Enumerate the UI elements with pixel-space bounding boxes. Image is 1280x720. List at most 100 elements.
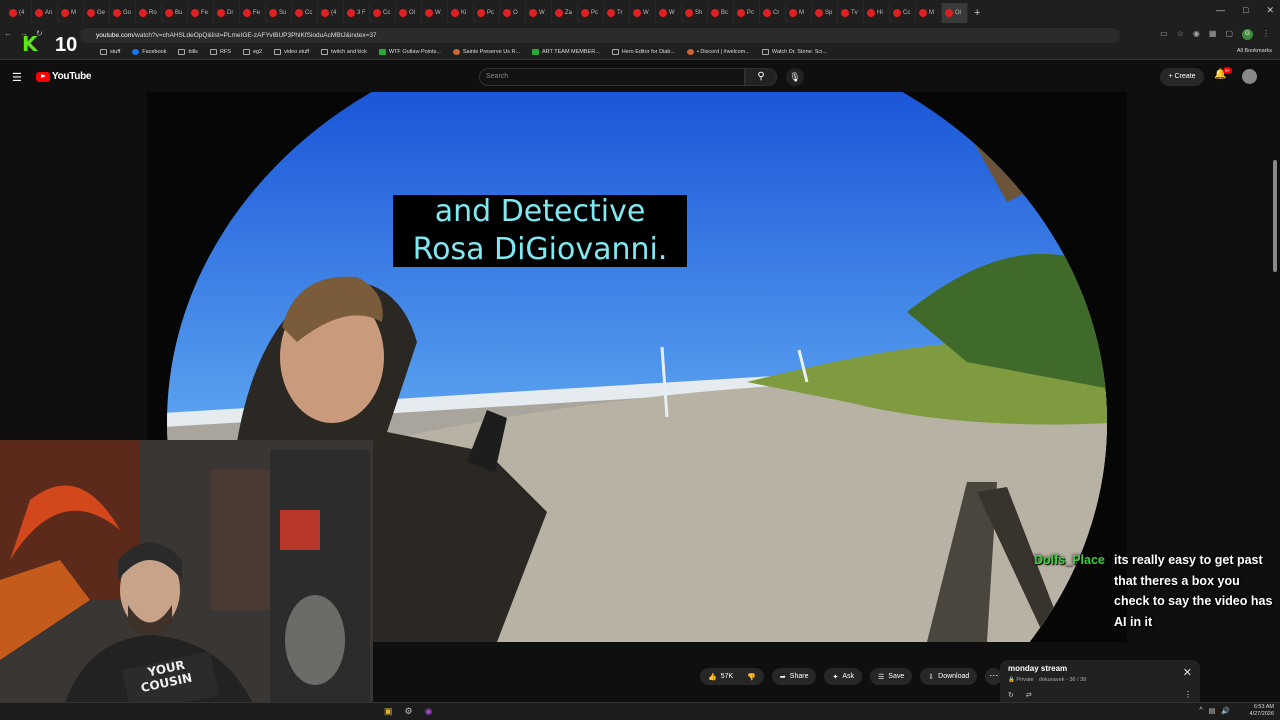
microphone-icon[interactable]: 🎙 <box>786 68 804 86</box>
settings-gear-icon[interactable]: ⚙ <box>405 706 413 717</box>
app-icon-yellow[interactable]: ▣ <box>384 706 393 717</box>
like-button[interactable]: 👍 57K 👎 <box>700 668 764 685</box>
browser-tab[interactable]: Bu <box>162 3 188 23</box>
download-button[interactable]: ⇩ Download <box>920 668 978 685</box>
url-bar[interactable]: youtube.com/watch?v=chAHSLdeOpQ&list=PLm… <box>80 28 1120 43</box>
browser-tab[interactable]: Za <box>552 3 578 23</box>
close-icon[interactable]: ✕ <box>1183 666 1192 679</box>
search-input[interactable]: Search <box>479 68 745 86</box>
extension-icon[interactable]: ◉ <box>1193 29 1200 40</box>
minimize-icon[interactable]: — <box>1216 5 1225 16</box>
bookmark-item[interactable]: Facebook <box>132 49 166 55</box>
browser-tab[interactable]: Sh <box>682 3 708 23</box>
maximize-icon[interactable]: □ <box>1243 5 1248 16</box>
browser-tab[interactable]: Pc <box>734 3 760 23</box>
bookmark-item[interactable]: bills <box>178 49 198 55</box>
shuffle-icon[interactable]: ⇄ <box>1026 691 1032 699</box>
hamburger-menu-icon[interactable]: ☰ <box>12 71 22 84</box>
browser-tab[interactable]: O <box>500 3 526 23</box>
browser-tab[interactable]: Tr <box>604 3 630 23</box>
browser-tab[interactable]: Bc <box>708 3 734 23</box>
browser-tab[interactable]: Cc <box>292 3 318 23</box>
browser-tab[interactable]: An <box>32 3 58 23</box>
browser-tab[interactable]: W <box>656 3 682 23</box>
browser-tab[interactable]: 3 F <box>344 3 370 23</box>
browser-tab[interactable]: Dr <box>214 3 240 23</box>
back-icon[interactable]: ← <box>4 29 12 38</box>
account-avatar[interactable] <box>1242 69 1257 84</box>
browser-tab[interactable]: Ge <box>84 3 110 23</box>
browser-tab[interactable]: Fe <box>240 3 266 23</box>
bookmark-item[interactable]: Hero Editor for Diab... <box>611 49 675 55</box>
browser-tab[interactable]: Ol <box>942 3 968 23</box>
bookmark-folder-icon <box>611 49 619 55</box>
bookmark-star-icon[interactable]: ☆ <box>1177 29 1184 40</box>
volume-icon[interactable]: 🔊 <box>1221 707 1230 715</box>
browser-tab[interactable]: Pc <box>474 3 500 23</box>
network-icon[interactable]: ▤ <box>1209 707 1216 715</box>
sidebar-icon[interactable]: ▢ <box>1225 29 1233 40</box>
browser-tab[interactable]: M <box>786 3 812 23</box>
share-icon: ➦ <box>779 673 786 681</box>
browser-tab[interactable]: (4 <box>6 3 32 23</box>
browser-tab[interactable]: W <box>630 3 656 23</box>
browser-tab[interactable]: M <box>58 3 84 23</box>
youtube-favicon-icon <box>945 9 953 17</box>
browser-tab[interactable]: W <box>526 3 552 23</box>
bookmark-item[interactable]: Saints Preserve Us R... <box>452 49 520 55</box>
browser-tab[interactable]: Cc <box>370 3 396 23</box>
system-clock[interactable]: 6:53 AM 4/27/2026 <box>1250 704 1274 718</box>
bookmark-item[interactable]: twitch and kick <box>321 49 367 55</box>
browser-tab[interactable]: Go <box>110 3 136 23</box>
all-bookmarks[interactable]: All Bookmarks <box>1237 48 1272 54</box>
browser-tab[interactable]: Cc <box>890 3 916 23</box>
create-button[interactable]: + Create <box>1160 68 1204 86</box>
browser-tab[interactable]: W <box>422 3 448 23</box>
browser-tab[interactable]: Sp <box>812 3 838 23</box>
playlist-more-icon[interactable]: ⋮ <box>1184 690 1192 699</box>
profile-avatar[interactable]: G <box>1242 29 1253 40</box>
scrollbar-thumb[interactable] <box>1273 160 1277 272</box>
search-icon[interactable]: ⚲ <box>745 68 777 86</box>
browser-tab[interactable]: Ro <box>136 3 162 23</box>
ask-button[interactable]: ✦ Ask <box>824 668 863 685</box>
bookmark-item[interactable]: • Discord | #welcom... <box>686 49 750 55</box>
tab-title: W <box>435 10 441 16</box>
bookmark-item[interactable]: Watch Dr. Stone: Sci... <box>761 49 827 55</box>
playlist-title[interactable]: monday stream <box>1008 664 1192 673</box>
browser-tab[interactable]: (4 <box>318 3 344 23</box>
tab-title: (4 <box>19 10 25 16</box>
page-scrollbar[interactable] <box>1272 92 1278 702</box>
browser-tab[interactable]: Pc <box>578 3 604 23</box>
browser-tab[interactable]: Ol <box>396 3 422 23</box>
playlist-controls: ↻ ⇄ <box>1008 691 1032 699</box>
menu-dots-icon[interactable]: ⋮ <box>1262 29 1270 40</box>
new-tab-icon[interactable]: + <box>974 7 980 19</box>
extensions-puzzle-icon[interactable]: ▦ <box>1209 29 1217 40</box>
youtube-favicon-icon <box>269 9 277 17</box>
close-window-icon[interactable]: ✕ <box>1266 5 1274 16</box>
browser-tab[interactable]: Fe <box>188 3 214 23</box>
youtube-logo[interactable]: YouTube <box>36 71 92 82</box>
thumbs-down-icon[interactable]: 👎 <box>747 673 756 681</box>
browser-tab[interactable]: Cr <box>760 3 786 23</box>
bookmark-item[interactable]: ART TEAM MEMBER... <box>532 49 600 55</box>
install-icon[interactable]: ▭ <box>1160 29 1168 40</box>
playlist-subtitle: 🔒 Private dekaravek - 36 / 38 <box>1008 677 1087 683</box>
browser-tab[interactable]: Ki <box>448 3 474 23</box>
bookmark-item[interactable]: eg2 <box>242 49 262 55</box>
browser-tab[interactable]: Su <box>266 3 292 23</box>
bookmark-item[interactable]: RFS <box>209 49 231 55</box>
loop-icon[interactable]: ↻ <box>1008 691 1014 699</box>
browser-tab[interactable]: Tv <box>838 3 864 23</box>
share-button[interactable]: ➦ Share <box>771 668 817 685</box>
app-icon-purple[interactable]: ◉ <box>425 706 433 717</box>
browser-tab[interactable]: M <box>916 3 942 23</box>
tray-chevron-icon[interactable]: ^ <box>1199 707 1202 715</box>
save-button[interactable]: ☰ Save <box>870 668 913 685</box>
bookmark-item[interactable]: stuff <box>100 49 120 55</box>
browser-tab[interactable]: Hi <box>864 3 890 23</box>
bookmark-item[interactable]: WTF Outlaw Points... <box>378 49 441 55</box>
tab-title: Pc <box>747 10 755 16</box>
bookmark-item[interactable]: video stuff <box>274 49 309 55</box>
